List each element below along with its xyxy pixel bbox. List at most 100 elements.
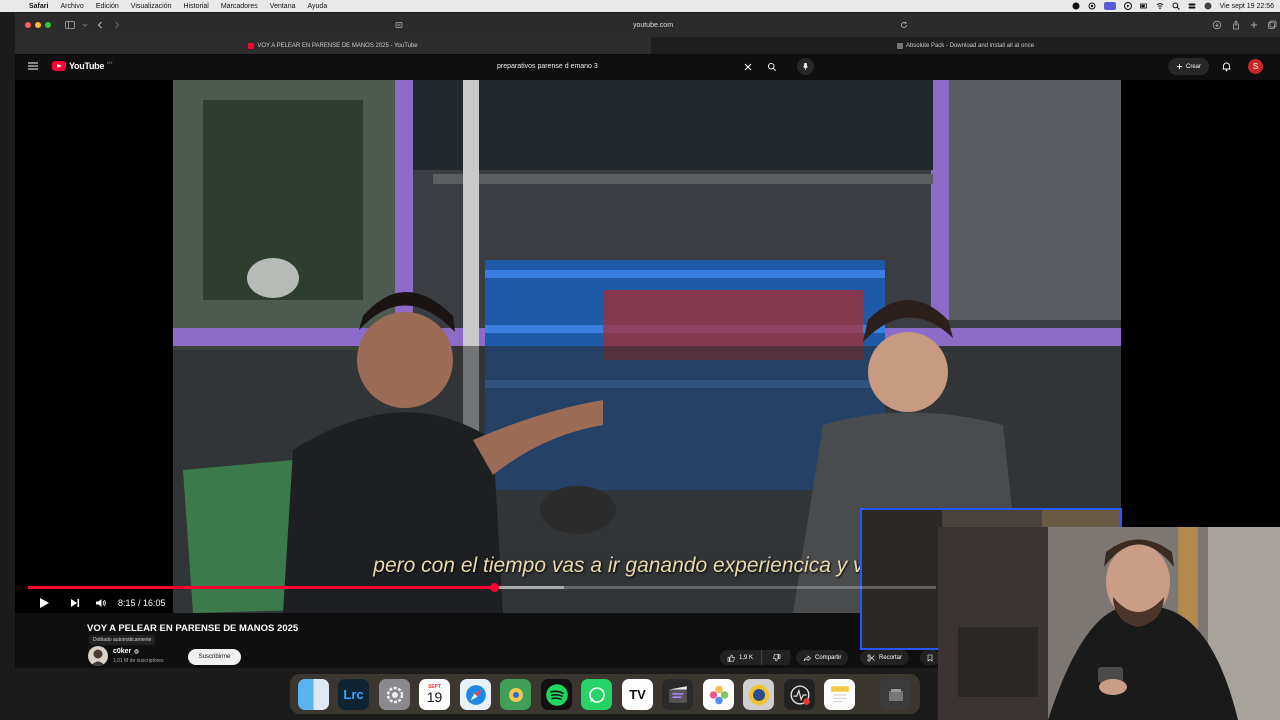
activity-icon[interactable] (784, 679, 815, 710)
calendar-day: 19 (426, 689, 443, 705)
menu-marcadores[interactable]: Marcadores (221, 3, 258, 10)
window-controls (25, 22, 51, 28)
downloads-icon[interactable] (1212, 20, 1222, 30)
subscribe-button[interactable]: Suscribirme (188, 649, 241, 665)
menu-clock[interactable]: Vie sept 19 22:56 (1220, 3, 1274, 10)
next-icon[interactable] (69, 597, 81, 609)
macos-dock: Lrc SEPT 19 TV (290, 674, 920, 714)
progress-bar[interactable] (28, 583, 936, 592)
page-favicon-icon (896, 42, 903, 49)
close-window-button[interactable] (25, 22, 31, 28)
dislike-button[interactable] (761, 650, 791, 665)
control-center-icon[interactable] (1188, 2, 1196, 10)
compressor-icon[interactable] (743, 679, 774, 710)
progress-buffered (494, 586, 564, 589)
subscribe-label: Suscribirme (198, 654, 231, 660)
youtube-play-logo-icon (52, 61, 66, 71)
menu-edicion[interactable]: Edición (96, 3, 119, 10)
notifications-icon[interactable] (1221, 61, 1232, 72)
search-spotlight-icon[interactable] (1172, 2, 1180, 10)
youtube-header: YouTube UY preparativos parense d emano … (15, 54, 1280, 80)
share-arrow-icon (803, 654, 811, 662)
dubbed-badge-label: Doblado automáticamente (93, 637, 152, 643)
video-title: VOY A PELEAR EN PARENSE DE MANOS 2025 (87, 623, 299, 634)
share-button[interactable]: Compartir (796, 650, 849, 665)
volume-icon[interactable] (95, 597, 107, 609)
progress-played (28, 586, 495, 589)
system-settings-icon[interactable] (379, 679, 410, 710)
search-input-value: preparativos parense d emano 3 (497, 63, 598, 70)
tab-absolute-pack[interactable]: Absolute Pack - Download and install all… (651, 37, 1280, 54)
bookmark-icon (926, 654, 934, 662)
minimize-window-button[interactable] (35, 22, 41, 28)
dubbed-badge: Doblado automáticamente (89, 635, 156, 645)
menu-icon[interactable] (28, 62, 38, 70)
status-circle-icon[interactable] (1072, 2, 1080, 10)
channel-subscribers: 1,01 M de suscriptores (113, 658, 164, 664)
photos-icon[interactable] (703, 679, 734, 710)
save-button[interactable] (920, 650, 940, 665)
clip-label: Recortar (879, 654, 903, 661)
verified-icon (134, 649, 140, 654)
scissors-icon (867, 653, 875, 662)
channel-name[interactable]: c0ker (113, 648, 140, 655)
menu-ventana[interactable]: Ventana (270, 3, 296, 10)
share-icon[interactable] (1231, 20, 1241, 30)
siri-icon[interactable] (1204, 2, 1212, 10)
dislike-icon (772, 653, 781, 662)
clear-search-icon[interactable] (743, 62, 753, 72)
play-status-icon[interactable] (1123, 2, 1132, 10)
forward-icon[interactable] (112, 20, 122, 30)
create-label: Crear (1185, 63, 1201, 70)
new-tab-icon[interactable] (1249, 20, 1259, 30)
battery-icon[interactable] (1139, 2, 1148, 10)
finder-icon[interactable] (298, 679, 329, 710)
time-display: 8:15 / 16:05 (118, 598, 166, 608)
progress-scrubber-handle[interactable] (489, 583, 499, 592)
voice-search-button[interactable] (797, 58, 814, 75)
sidebar-icon[interactable] (65, 20, 75, 30)
back-icon[interactable] (95, 20, 105, 30)
chevron-down-icon[interactable] (80, 20, 90, 30)
address-text: youtube.com (632, 22, 674, 29)
webcam-image (938, 527, 1280, 720)
create-button[interactable]: Crear (1168, 58, 1209, 75)
youtube-logo[interactable]: YouTube UY (52, 59, 113, 71)
calendar-icon[interactable]: SEPT 19 (419, 679, 450, 710)
menu-historial[interactable]: Historial (184, 3, 209, 10)
menu-app-name[interactable]: Safari (29, 3, 48, 10)
tradingview-icon[interactable]: TV (622, 679, 653, 710)
channel-avatar[interactable] (88, 646, 108, 666)
menu-visualizacion[interactable]: Visualización (131, 3, 172, 10)
clip-button[interactable]: Recortar (860, 650, 910, 665)
search-input[interactable]: preparativos parense d emano 3 (489, 58, 759, 75)
final-cut-icon[interactable] (662, 679, 693, 710)
search-icon[interactable] (767, 62, 777, 72)
country-code: UY (107, 59, 113, 65)
eye-icon[interactable] (1088, 2, 1096, 10)
avatar-letter: S (1252, 62, 1259, 71)
menu-ayuda[interactable]: Ayuda (307, 3, 327, 10)
stack-folder-icon[interactable] (880, 679, 911, 710)
tab-youtube[interactable]: VOY A PELEAR EN PARENSE DE MANOS 2025 - … (15, 37, 651, 54)
menu-archivo[interactable]: Archivo (60, 3, 83, 10)
channel-name-text: c0ker (113, 648, 132, 655)
safari-icon[interactable] (460, 679, 491, 710)
spotify-icon[interactable] (541, 679, 572, 710)
screen-record-icon[interactable] (1103, 2, 1116, 10)
lightroom-icon[interactable]: Lrc (338, 679, 369, 710)
account-avatar[interactable]: S (1248, 59, 1263, 74)
zoom-window-button[interactable] (45, 22, 51, 28)
tab-bar: VOY A PELEAR EN PARENSE DE MANOS 2025 - … (15, 37, 1280, 54)
tab-overview-icon[interactable] (1267, 20, 1277, 30)
address-bar[interactable]: youtube.com (393, 19, 913, 32)
reload-icon[interactable] (899, 20, 909, 30)
maps-app-icon[interactable] (500, 679, 531, 710)
whatsapp-icon[interactable] (581, 679, 612, 710)
wifi-icon[interactable] (1156, 2, 1164, 10)
safari-toolbar: youtube.com (15, 13, 1280, 37)
like-count: 1,9 K (739, 654, 754, 661)
tradingview-label: TV (629, 687, 646, 702)
notes-icon[interactable] (824, 679, 855, 710)
play-icon[interactable] (38, 597, 50, 609)
